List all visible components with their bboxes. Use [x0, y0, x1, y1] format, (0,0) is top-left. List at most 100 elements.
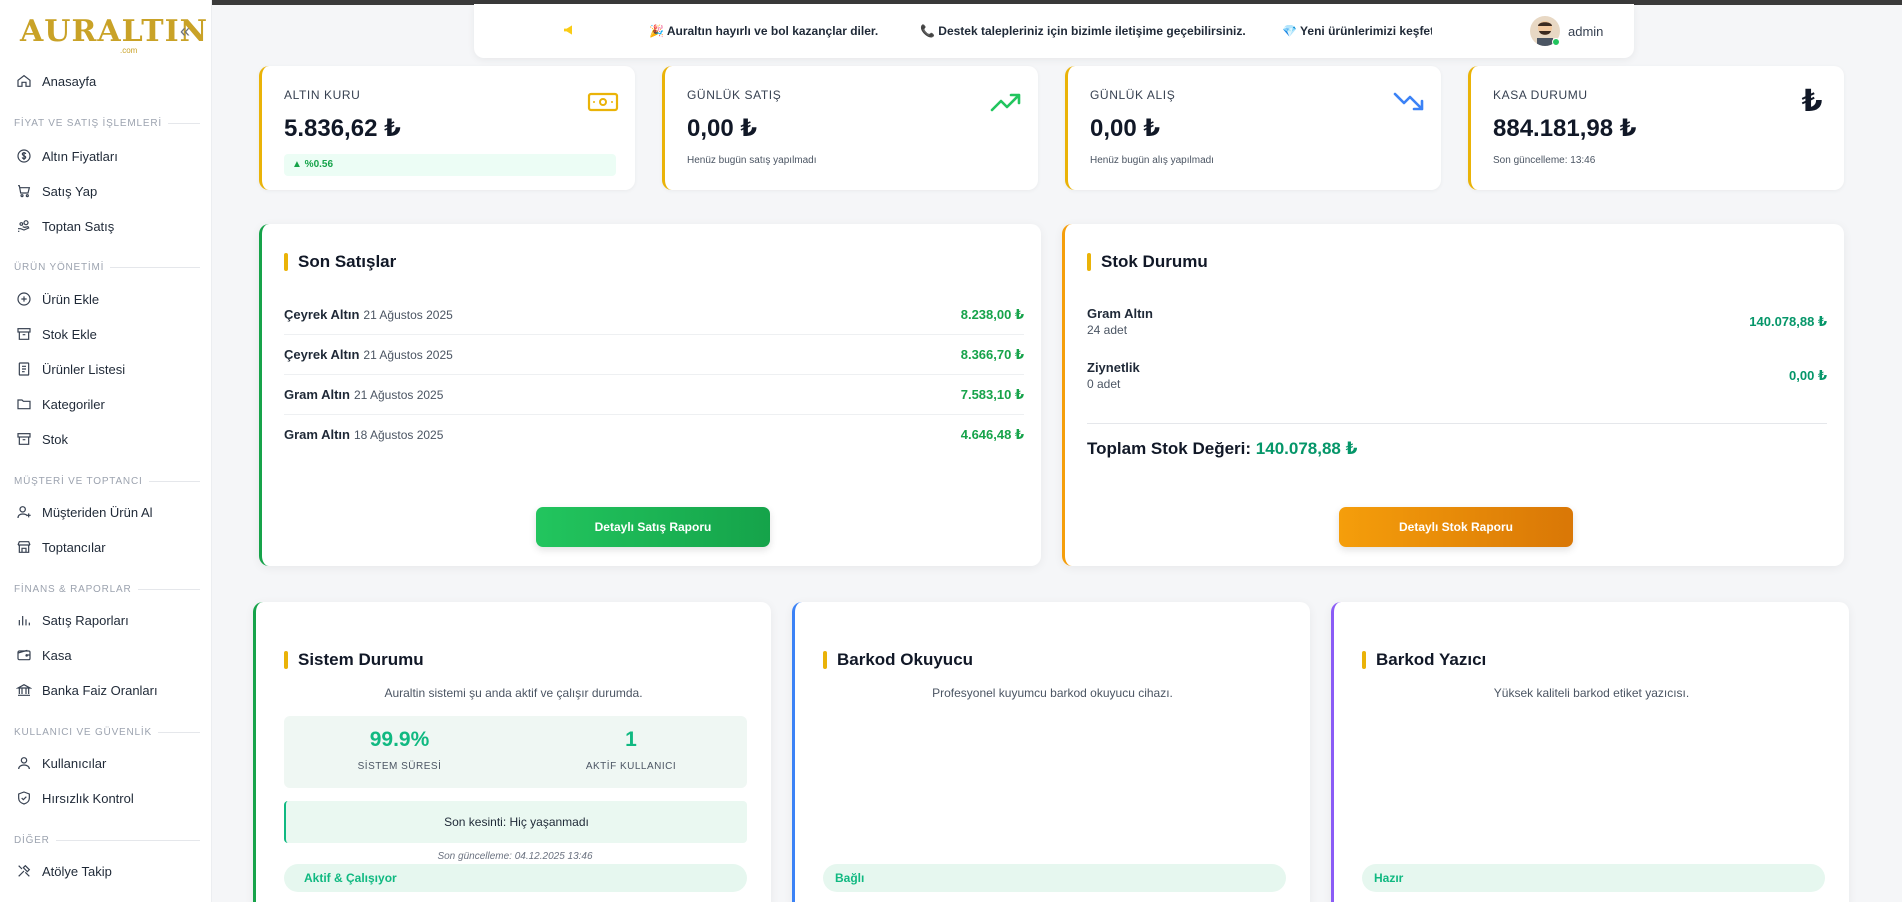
sidebar-item-users[interactable]: Kullanıcılar	[16, 749, 106, 777]
stock-total-label: Toplam Stok Değeri:	[1087, 439, 1252, 458]
sidebar-item-label: Ürünler Listesi	[42, 361, 126, 377]
table-row[interactable]: Gram Altın 21 Ağustos 2025 7.583,10 ₺	[284, 375, 1024, 415]
sidebar-item-home[interactable]: Anasayfa	[16, 67, 96, 95]
table-row[interactable]: Çeyrek Altın 21 Ağustos 2025 8.238,00 ₺	[284, 295, 1024, 335]
sidebar-item-label: Kategoriler	[42, 396, 105, 412]
sidebar-item-buy-from-customer[interactable]: Müşteriden Ürün Al	[16, 498, 153, 526]
user-icon	[18, 757, 30, 770]
sidebar-item-add-product[interactable]: Ürün Ekle	[16, 285, 99, 313]
sidebar-item-label: Müşteriden Ürün Al	[42, 504, 153, 520]
uptime-label: SİSTEM SÜRESİ	[357, 761, 442, 772]
wallet-icon	[17, 649, 31, 661]
panel-title: Son Satışlar	[284, 252, 396, 272]
sidebar-item-bank-rates[interactable]: Banka Faiz Oranları	[16, 676, 158, 704]
sidebar-item-product-list[interactable]: Ürünler Listesi	[16, 355, 125, 383]
panel-title: Barkod Okuyucu	[823, 650, 973, 670]
system-description: Auraltin sistemi şu anda aktif ve çalışı…	[384, 686, 643, 700]
sale-product: Çeyrek Altın	[284, 306, 360, 322]
sidebar-item-stock[interactable]: Stok	[16, 425, 68, 453]
stock-value: 140.078,88 ₺	[1749, 313, 1827, 329]
section-title: MÜŞTERİ VE TOPTANCI	[14, 476, 143, 487]
announcement-item: 📞 Destek talepleriniz için bizimle ileti…	[920, 24, 1246, 38]
bank-icon	[16, 683, 32, 696]
section-users-security: KULLANICI VE GÜVENLİK	[14, 727, 200, 738]
folder-icon	[17, 399, 31, 410]
panel-title-text: Stok Durumu	[1101, 252, 1208, 271]
section-title: FİNANS & RAPORLAR	[14, 584, 132, 595]
sidebar-item-label: Altın Fiyatları	[42, 148, 118, 164]
sidebar-item-label: Toptancılar	[42, 539, 106, 555]
tools-icon	[18, 864, 31, 877]
status-badge: Aktif & Çalışıyor	[284, 864, 747, 892]
sale-product: Çeyrek Altın	[284, 346, 360, 362]
last-update: Son güncelleme: 04.12.2025 13:46	[437, 851, 593, 862]
sidebar-item-theft-control[interactable]: Hırsızlık Kontrol	[16, 784, 134, 812]
stock-report-button[interactable]: Detaylı Stok Raporu	[1339, 507, 1573, 547]
sidebar-item-label: Satış Raporları	[42, 612, 129, 628]
panel-title: Stok Durumu	[1087, 252, 1208, 272]
stock-total: Toplam Stok Değeri: 140.078,88 ₺	[1087, 439, 1357, 459]
sidebar-item-label: Stok Ekle	[42, 326, 97, 342]
stat-label: ALTIN KURU	[284, 88, 361, 102]
stat-label: GÜNLÜK SATIŞ	[687, 88, 782, 102]
printer-description: Yüksek kaliteli barkod etiket yazıcısı.	[1493, 686, 1690, 700]
user-plus-icon	[17, 506, 31, 519]
stat-subtext: Henüz bugün satış yapılmadı	[687, 155, 817, 166]
shield-check-icon	[18, 791, 30, 805]
announcement-bar: 🎉 Auraltın hayırlı ve bol kazançlar dile…	[474, 4, 1634, 58]
sale-product: Gram Altın	[284, 427, 350, 442]
sidebar-item-add-stock[interactable]: Stok Ekle	[16, 320, 97, 348]
panel-title: Sistem Durumu	[284, 650, 424, 670]
stat-label: KASA DURUMU	[1493, 88, 1588, 102]
hand-coins-icon	[18, 220, 30, 232]
section-title: KULLANICI VE GÜVENLİK	[14, 727, 152, 738]
section-customer-wholesaler: MÜŞTERİ VE TOPTANCI	[14, 476, 200, 487]
user-menu[interactable]: admin	[1530, 16, 1603, 46]
banknote-icon	[587, 92, 619, 112]
stat-value: 884.181,98 ₺	[1493, 115, 1637, 142]
sidebar-item-wholesale[interactable]: Toptan Satış	[16, 212, 114, 240]
stock-status-panel: Stok Durumu Gram Altın 24 adet 140.078,88…	[1062, 224, 1844, 566]
username: admin	[1568, 23, 1604, 39]
lira-icon: ₺	[1801, 85, 1823, 118]
sidebar-item-cash[interactable]: Kasa	[16, 641, 72, 669]
announcement-item: 🎉 Auraltın hayırlı ve bol kazançlar dile…	[649, 24, 879, 38]
stat-value: 5.836,62 ₺	[284, 115, 401, 142]
status-badge: Hazır	[1362, 864, 1825, 892]
dollar-circle-icon	[17, 149, 31, 163]
section-title: ÜRÜN YÖNETİMİ	[14, 262, 105, 273]
uptime-value: 99.9%	[369, 728, 430, 751]
sidebar-item-make-sale[interactable]: Satış Yap	[16, 177, 97, 205]
sidebar-item-gold-prices[interactable]: Altın Fiyatları	[16, 142, 118, 170]
list-item[interactable]: Gram Altın 24 adet 140.078,88 ₺	[1087, 306, 1827, 337]
system-metrics: 99.9% SİSTEM SÜRESİ 1 AKTİF KULLANICI	[284, 716, 747, 788]
stat-subtext: Henüz bugün alış yapılmadı	[1090, 155, 1214, 166]
sidebar-item-sales-reports[interactable]: Satış Raporları	[16, 606, 129, 634]
list-item[interactable]: Ziynetlik 0 adet 0,00 ₺	[1087, 360, 1827, 391]
plus-circle-icon	[17, 292, 31, 306]
system-status-panel: Sistem Durumu Auraltin sistemi şu anda a…	[253, 602, 771, 902]
collapse-sidebar-icon[interactable]: «	[180, 22, 198, 40]
sale-price: 4.646,48 ₺	[960, 427, 1024, 442]
sidebar-item-label: Anasayfa	[42, 73, 97, 89]
table-row[interactable]: Çeyrek Altın 21 Ağustos 2025 8.366,70 ₺	[284, 335, 1024, 375]
sidebar-item-wholesalers[interactable]: Toptancılar	[16, 533, 106, 561]
logo[interactable]: AURALTIN .com	[20, 8, 207, 56]
trending-down-icon	[1393, 92, 1424, 111]
barcode-printer-panel: Barkod Yazıcı Yüksek kaliteli barkod eti…	[1331, 602, 1849, 902]
table-row[interactable]: Gram Altın 18 Ağustos 2025 4.646,48 ₺	[284, 415, 1024, 455]
sale-date: 21 Ağustos 2025	[363, 307, 453, 322]
section-product-management: ÜRÜN YÖNETİMİ	[14, 262, 200, 273]
online-status-dot	[1552, 38, 1560, 46]
sales-report-button[interactable]: Detaylı Satış Raporu	[536, 507, 770, 547]
sidebar-item-categories[interactable]: Kategoriler	[16, 390, 105, 418]
archive-icon	[17, 433, 31, 445]
panel-title-text: Son Satışlar	[298, 252, 397, 271]
panel-title: Barkod Yazıcı	[1362, 650, 1486, 670]
logo-sub: .com	[120, 46, 138, 55]
section-finance-reports: FİNANS & RAPORLAR	[14, 584, 200, 595]
sale-price: 7.583,10 ₺	[960, 386, 1024, 402]
sidebar-item-workshop[interactable]: Atölye Takip	[16, 857, 112, 885]
stock-quantity: 0 adet	[1087, 377, 1121, 391]
sidebar-item-label: Kasa	[42, 647, 72, 663]
